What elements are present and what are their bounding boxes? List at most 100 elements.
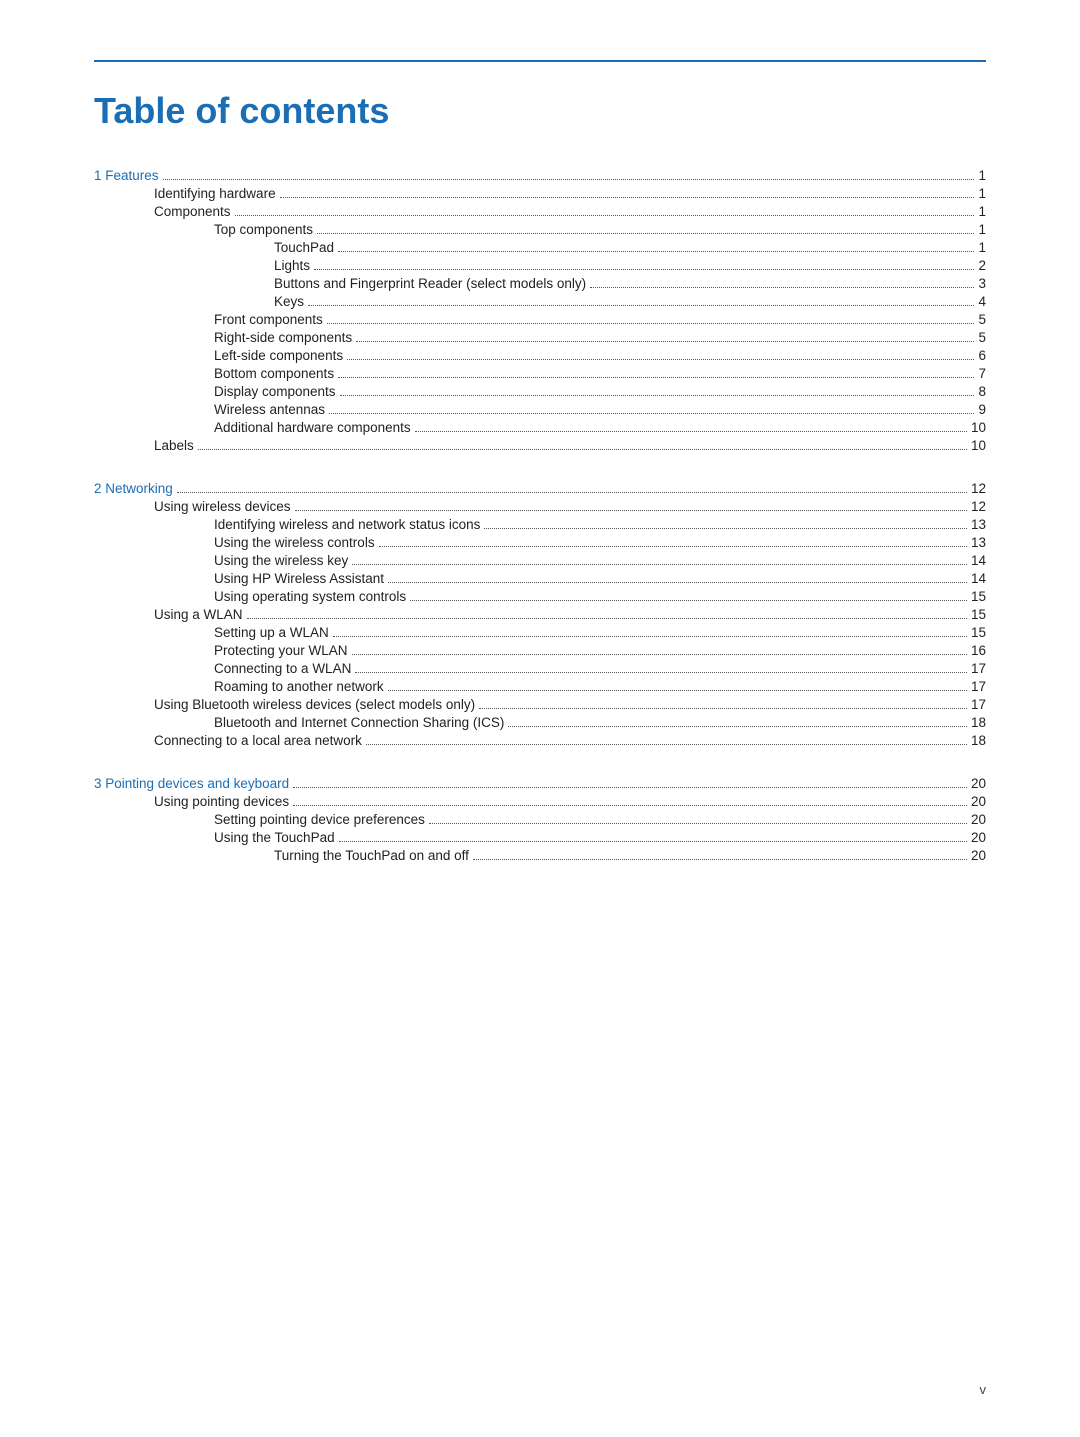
entry-page: 1 [978,186,986,201]
entry-page: 13 [971,535,986,550]
entry-dots [410,600,967,601]
entry-page: 3 [978,276,986,291]
toc-entry: Roaming to another network 17 [94,679,986,694]
entry-text: Using Bluetooth wireless devices (select… [154,697,475,712]
entry-page: 7 [978,366,986,381]
toc-entry: Bottom components7 [94,366,986,381]
toc-entry: Bluetooth and Internet Connection Sharin… [94,715,986,730]
entry-dots [415,431,967,432]
entry-text: Using pointing devices [154,794,289,809]
chapter-page: 1 [978,168,986,183]
chapter-dots [293,787,967,788]
entry-page: 20 [971,794,986,809]
entry-dots [340,395,975,396]
chapter-label[interactable]: 1 Features [94,168,159,183]
entry-dots [379,546,967,547]
section-3: 3 Pointing devices and keyboard20Using p… [94,776,986,863]
toc-entry: Using pointing devices 20 [94,794,986,809]
page-title: Table of contents [94,90,986,132]
entry-page: 14 [971,571,986,586]
toc-container: 1 Features1Identifying hardware1Componen… [94,168,986,863]
entry-dots [590,287,974,288]
entry-dots [352,654,967,655]
toc-entry: Using wireless devices12 [94,499,986,514]
entry-page: 1 [978,240,986,255]
chapter-entry: 2 Networking12 [94,481,986,496]
chapter-label[interactable]: 2 Networking [94,481,173,496]
entry-dots [308,305,974,306]
chapter-label[interactable]: 3 Pointing devices and keyboard [94,776,289,791]
entry-dots [329,413,974,414]
entry-page: 17 [971,697,986,712]
toc-entry: Turning the TouchPad on and off 20 [94,848,986,863]
entry-page: 17 [971,679,986,694]
toc-entry: Components1 [94,204,986,219]
entry-dots [235,215,975,216]
toc-entry: Setting up a WLAN15 [94,625,986,640]
entry-page: 20 [971,848,986,863]
entry-dots [198,449,967,450]
toc-entry: Right-side components5 [94,330,986,345]
entry-text: Protecting your WLAN [214,643,348,658]
chapter-page: 20 [971,776,986,791]
entry-text: Wireless antennas [214,402,325,417]
entry-dots [314,269,974,270]
entry-dots [247,618,967,619]
entry-page: 15 [971,589,986,604]
entry-page: 8 [978,384,986,399]
entry-dots [293,805,967,806]
entry-text: Front components [214,312,323,327]
entry-dots [333,636,967,637]
entry-text: Turning the TouchPad on and off [274,848,469,863]
toc-entry: Left-side components6 [94,348,986,363]
chapter-dots [177,492,967,493]
entry-text: Using a WLAN [154,607,243,622]
entry-text: Display components [214,384,336,399]
entry-page: 14 [971,553,986,568]
toc-entry: Using HP Wireless Assistant14 [94,571,986,586]
entry-page: 20 [971,830,986,845]
entry-page: 6 [978,348,986,363]
entry-text: Using the wireless key [214,553,348,568]
entry-page: 12 [971,499,986,514]
entry-page: 18 [971,715,986,730]
entry-text: TouchPad [274,240,334,255]
entry-dots [366,744,967,745]
entry-text: Right-side components [214,330,352,345]
entry-dots [338,251,974,252]
entry-text: Roaming to another network [214,679,384,694]
entry-text: Connecting to a local area network [154,733,362,748]
entry-page: 9 [978,402,986,417]
toc-entry: Using operating system controls 15 [94,589,986,604]
entry-text: Bluetooth and Internet Connection Sharin… [214,715,504,730]
toc-entry: Display components 8 [94,384,986,399]
entry-text: Setting up a WLAN [214,625,329,640]
entry-text: Lights [274,258,310,273]
section-2: 2 Networking12Using wireless devices12Id… [94,481,986,748]
chapter-dots [163,179,975,180]
toc-entry: Using the wireless key 14 [94,553,986,568]
toc-entry: Buttons and Fingerprint Reader (select m… [94,276,986,291]
entry-page: 10 [971,420,986,435]
entry-dots [388,582,967,583]
toc-entry: Keys4 [94,294,986,309]
toc-entry: Connecting to a WLAN17 [94,661,986,676]
entry-dots [473,859,967,860]
toc-entry: Front components 5 [94,312,986,327]
entry-text: Identifying hardware [154,186,276,201]
toc-entry: Using a WLAN 15 [94,607,986,622]
entry-page: 13 [971,517,986,532]
toc-entry: Protecting your WLAN16 [94,643,986,658]
entry-page: 15 [971,607,986,622]
entry-page: 10 [971,438,986,453]
entry-page: 2 [978,258,986,273]
entry-page: 1 [978,204,986,219]
entry-page: 5 [978,312,986,327]
entry-page: 18 [971,733,986,748]
entry-dots [280,197,975,198]
entry-dots [327,323,975,324]
entry-page: 17 [971,661,986,676]
entry-text: Using operating system controls [214,589,406,604]
section-1: 1 Features1Identifying hardware1Componen… [94,168,986,453]
chapter-entry: 3 Pointing devices and keyboard 20 [94,776,986,791]
